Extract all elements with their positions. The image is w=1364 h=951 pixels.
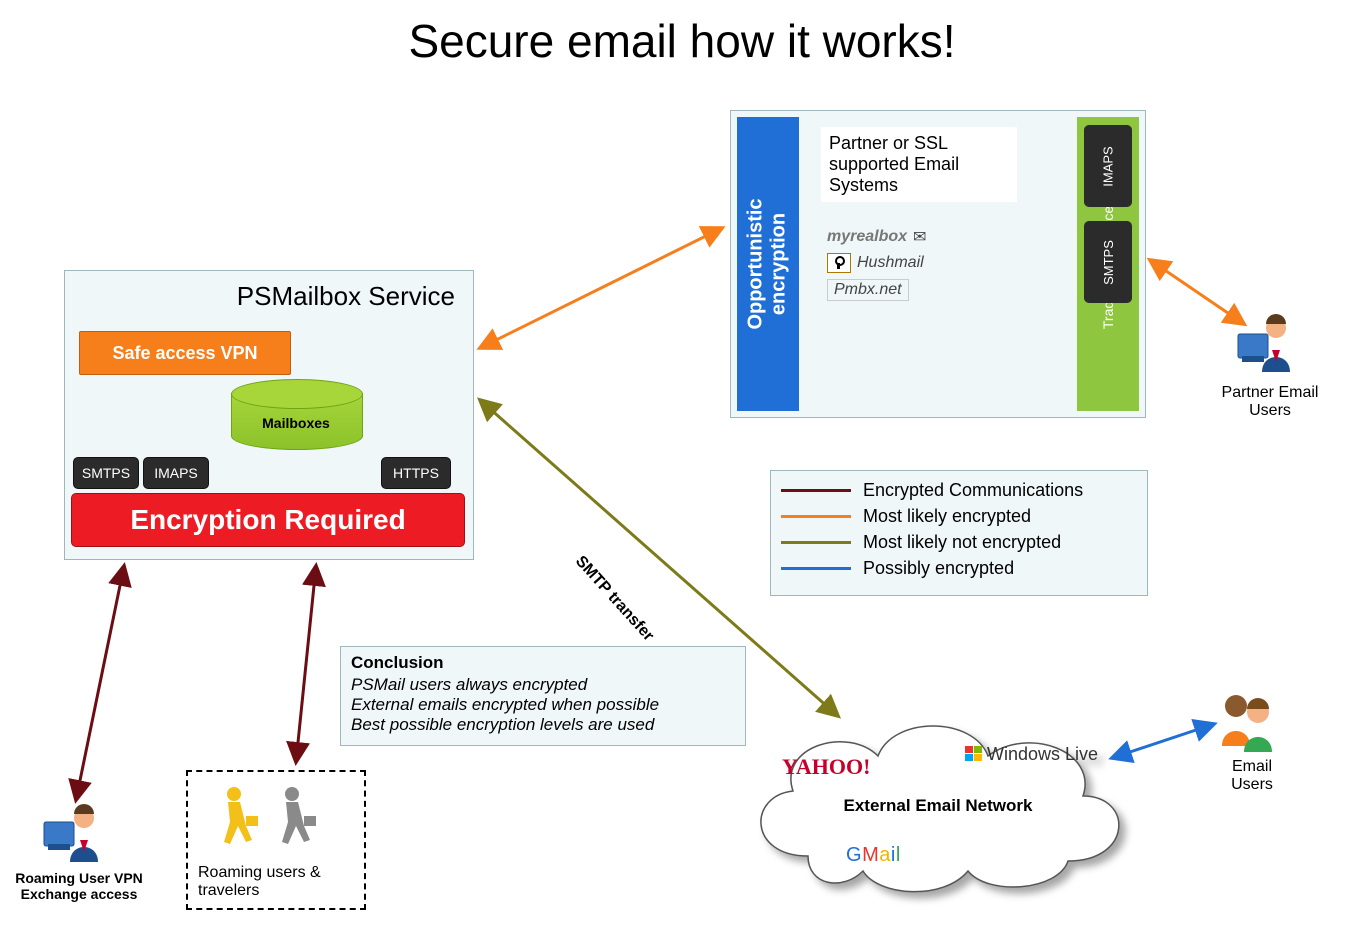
- opportunistic-encryption-box: Opportunisticencryption Partner or SSL s…: [730, 110, 1146, 418]
- legend-label: Possibly encrypted: [863, 558, 1014, 579]
- walking-person-icon: [274, 786, 320, 852]
- legend-row-possibly: Possibly encrypted: [781, 555, 1137, 581]
- legend-row-most-encrypted: Most likely encrypted: [781, 503, 1137, 529]
- envelope-icon: ✉: [913, 227, 926, 247]
- myrealbox-logo: myrealbox: [827, 228, 907, 246]
- roaming-travelers-box: Roaming users & travelers: [186, 770, 366, 910]
- partner-ssl-text: Partner or SSL supported Email Systems: [821, 127, 1017, 202]
- legend-label: Encrypted Communications: [863, 480, 1083, 501]
- mailboxes-cylinder-icon: Mailboxes: [231, 379, 361, 457]
- walking-person-icon: [216, 786, 262, 852]
- opportunistic-side-label: Opportunisticencryption: [737, 117, 799, 411]
- conclusion-line: Best possible encryption levels are used: [351, 715, 735, 735]
- protocol-smtps-badge-2: SMTPS: [1084, 221, 1132, 303]
- conclusion-box: Conclusion PSMail users always encrypted…: [340, 646, 746, 746]
- protocol-smtps-badge: SMTPS: [73, 457, 139, 489]
- mailboxes-label: Mailboxes: [231, 415, 361, 431]
- protocol-imaps-badge-2: IMAPS: [1084, 125, 1132, 207]
- roaming-vpn-user-icon: [42, 800, 106, 870]
- conclusion-line: External emails encrypted when possible: [351, 695, 735, 715]
- legend-swatch-blue: [781, 567, 851, 570]
- email-users-icon: [1214, 688, 1278, 758]
- conclusion-line: PSMail users always encrypted: [351, 675, 735, 695]
- legend-label: Most likely not encrypted: [863, 532, 1061, 553]
- safe-access-vpn-badge: Safe access VPN: [79, 331, 291, 375]
- external-network-label: External Email Network: [738, 796, 1138, 816]
- hushmail-logo: Hushmail: [857, 254, 924, 272]
- partner-users-caption: Partner Email Users: [1210, 384, 1330, 421]
- legend-box: Encrypted Communications Most likely enc…: [770, 470, 1148, 596]
- roaming-travelers-caption: Roaming users & travelers: [198, 864, 364, 900]
- legend-swatch-orange: [781, 515, 851, 518]
- external-email-network-cloud: YAHOO! Windows Live External Email Netwo…: [738, 686, 1138, 906]
- partner-provider-logos: myrealbox ✉ Hushmail Pmbx.net: [827, 221, 926, 307]
- protocol-imaps-badge: IMAPS: [143, 457, 209, 489]
- hushmail-key-icon: [827, 253, 851, 273]
- windows-flag-icon: [965, 746, 983, 762]
- legend-label: Most likely encrypted: [863, 506, 1031, 527]
- smtp-transfer-label: SMTP transfer: [571, 553, 657, 645]
- legend-row-not-encrypted: Most likely not encrypted: [781, 529, 1137, 555]
- page-title: Secure email how it works!: [0, 14, 1364, 68]
- psmailbox-service-box: PSMailbox Service Safe access VPN Mailbo…: [64, 270, 474, 560]
- legend-swatch-darkred: [781, 489, 851, 492]
- gmail-logo: GMail: [846, 844, 901, 867]
- windows-live-logo: Windows Live: [965, 744, 1098, 765]
- pmbx-logo: Pmbx.net: [827, 279, 909, 301]
- yahoo-logo: YAHOO!: [782, 754, 870, 780]
- encryption-required-banner: Encryption Required: [71, 493, 465, 547]
- legend-swatch-olive: [781, 541, 851, 544]
- conclusion-heading: Conclusion: [351, 653, 735, 673]
- protocol-https-badge: HTTPS: [381, 457, 451, 489]
- email-users-caption: Email Users: [1212, 758, 1292, 795]
- partner-user-icon: [1234, 310, 1298, 380]
- psmailbox-title: PSMailbox Service: [237, 281, 455, 312]
- legend-row-encrypted: Encrypted Communications: [781, 477, 1137, 503]
- roaming-vpn-user-caption: Roaming User VPN Exchange access: [14, 870, 144, 902]
